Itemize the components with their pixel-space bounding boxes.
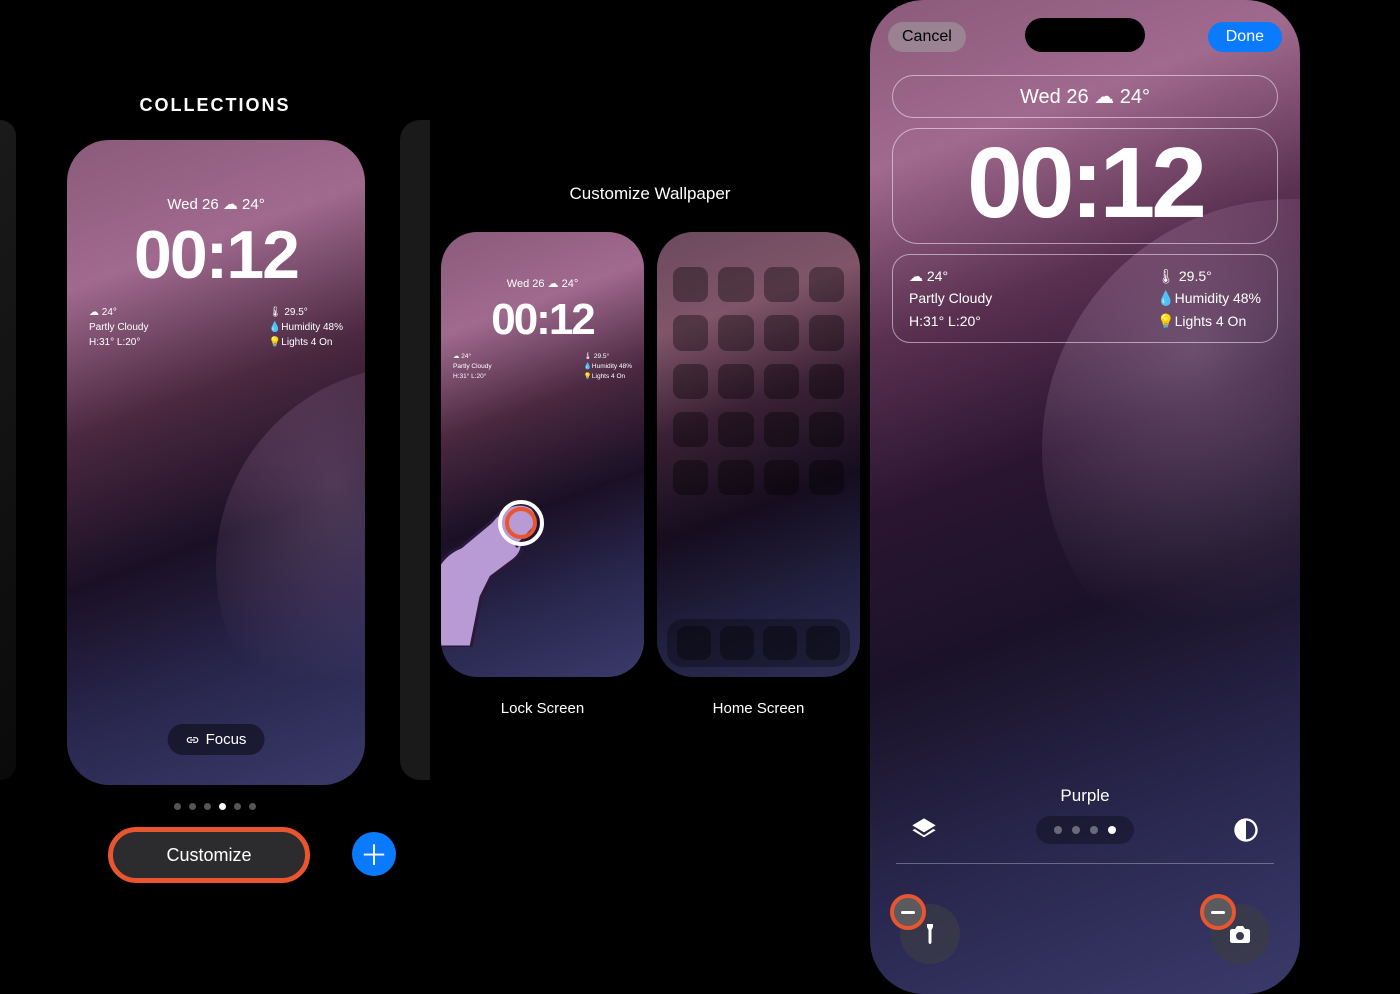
variant-dot <box>1072 826 1080 834</box>
depth-effect-icon[interactable] <box>910 816 938 844</box>
page-dot <box>234 803 241 810</box>
editor-header: Cancel Done <box>870 22 1300 52</box>
wallpaper-variant-dots[interactable] <box>1036 816 1134 844</box>
remove-shortcut-badge[interactable] <box>1200 894 1236 930</box>
home-widget: 🌡 29.5° 💧Humidity 48% 💡Lights 4 On <box>269 305 343 350</box>
clock-widget-editable[interactable]: 00:12 <box>892 128 1278 244</box>
cancel-button[interactable]: Cancel <box>888 22 966 52</box>
bottom-widgets-editable[interactable]: ☁ 24° Partly Cloudy H:31° L:20° 🌡 29.5° … <box>892 254 1278 343</box>
weather-widget: ☁ 24° Partly Cloudy H:31° L:20° <box>89 305 148 350</box>
focus-label: Focus <box>206 731 247 748</box>
lock-screen-thumbnail[interactable]: Wed 26 ☁ 24° 00:12 ☁ 24° Partly Cloudy H… <box>441 232 644 677</box>
hand-illustration <box>441 467 581 647</box>
customize-wallpaper-panel: Customize Wallpaper Wed 26 ☁ 24° 00:12 ☁… <box>430 0 870 994</box>
app-icon <box>673 267 708 302</box>
tap-indicator <box>498 500 544 546</box>
clock-widget: 00:12 <box>67 221 365 289</box>
collections-title: COLLECTIONS <box>0 95 430 116</box>
home-screen-thumbnail[interactable] <box>657 232 860 677</box>
customize-button[interactable]: Customize <box>108 827 310 883</box>
date-widget-editable[interactable]: Wed 26 ☁ 24° <box>892 75 1278 118</box>
page-dot-active <box>219 803 226 810</box>
page-dot <box>174 803 181 810</box>
next-wallpaper-peek[interactable] <box>400 120 430 780</box>
home-widget: 🌡 29.5° 💧Humidity 48% 💡Lights 4 On <box>1157 265 1261 332</box>
remove-shortcut-badge[interactable] <box>890 894 926 930</box>
customize-wallpaper-title: Customize Wallpaper <box>430 184 870 204</box>
wallpaper-color-name: Purple <box>870 786 1300 806</box>
page-dot <box>249 803 256 810</box>
variant-dot-active <box>1108 826 1116 834</box>
prev-wallpaper-peek[interactable] <box>0 120 16 780</box>
style-controls: Purple <box>870 786 1300 844</box>
page-indicator <box>0 803 430 810</box>
camera-icon <box>1228 922 1252 946</box>
camera-shortcut[interactable] <box>1210 904 1270 964</box>
flashlight-shortcut[interactable] <box>900 904 960 964</box>
focus-button[interactable]: Focus <box>168 724 265 755</box>
date-widget: Wed 26 ☁ 24° <box>67 195 365 213</box>
lock-screen-editor: Cancel Done Wed 26 ☁ 24° 00:12 ☁ 24° Par… <box>870 0 1300 994</box>
page-dot <box>189 803 196 810</box>
link-icon <box>186 733 200 747</box>
divider <box>896 863 1274 864</box>
weather-widget: ☁ 24° Partly Cloudy H:31° L:20° <box>909 265 992 332</box>
app-dock <box>667 619 850 667</box>
variant-dot <box>1090 826 1098 834</box>
variant-dot <box>1054 826 1062 834</box>
add-wallpaper-button[interactable]: ＋ <box>352 832 396 876</box>
collections-panel: COLLECTIONS Wed 26 ☁ 24° 00:12 ☁ 24° Par… <box>0 0 430 994</box>
current-wallpaper-preview[interactable]: Wed 26 ☁ 24° 00:12 ☁ 24° Partly Cloudy H… <box>67 140 365 785</box>
app-grid <box>657 232 860 530</box>
page-dot <box>204 803 211 810</box>
lock-screen-label: Lock Screen <box>441 700 644 717</box>
widget-row: ☁ 24° Partly Cloudy H:31° L:20° 🌡 29.5° … <box>67 289 365 350</box>
flashlight-icon <box>918 922 942 946</box>
appearance-icon[interactable] <box>1232 816 1260 844</box>
home-screen-label: Home Screen <box>657 700 860 717</box>
done-button[interactable]: Done <box>1208 22 1282 52</box>
